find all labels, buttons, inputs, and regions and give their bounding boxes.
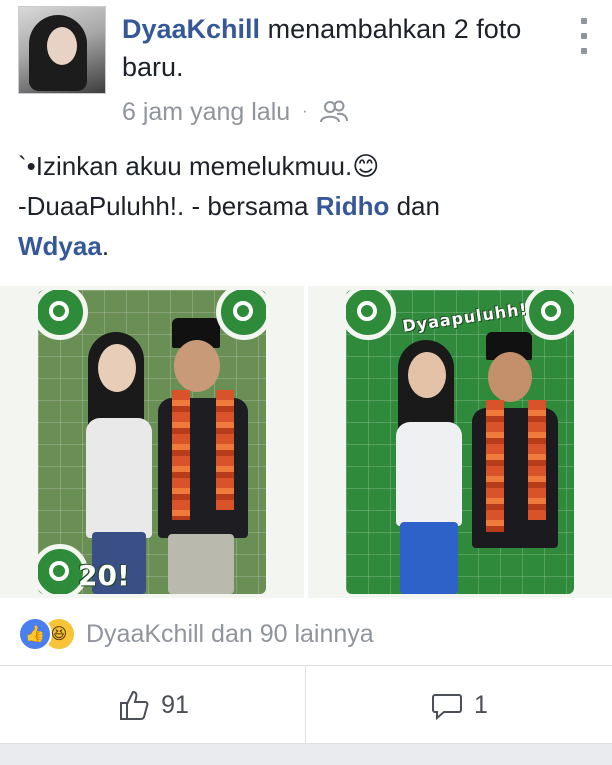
boy-face: [488, 352, 532, 402]
post-meta: 6 jam yang lalu ·: [122, 92, 349, 132]
caption-line-2: -DuaaPuluhh!. - bersama Ridho dan: [18, 186, 598, 226]
author-name-link[interactable]: DyaaKchill: [122, 14, 260, 44]
comment-count: 1: [474, 690, 488, 719]
girl-shirt: [86, 418, 152, 538]
thumbs-up-icon: [120, 690, 149, 720]
post-header: DyaaKchill menambahkan 2 foto baru. 6 ja…: [0, 0, 612, 140]
menu-dot: [581, 33, 587, 39]
post-photo-1[interactable]: 20!: [0, 286, 304, 598]
menu-dot: [581, 48, 587, 54]
reactions-summary[interactable]: 👍 😆 DyaaKchill dan 90 lainnya: [18, 612, 374, 656]
action-separator: [305, 666, 306, 744]
author-avatar[interactable]: [18, 6, 106, 94]
photo-frame: 20!: [38, 290, 266, 594]
comment-button[interactable]: 1: [306, 666, 612, 744]
caption-end: .: [101, 231, 110, 261]
more-vertical-icon[interactable]: [572, 18, 596, 54]
caption-line-1: `•Izinkan akuu memelukmuu.😊: [18, 151, 380, 181]
photo-overlay-text: 20!: [78, 559, 130, 592]
menu-dot: [581, 18, 587, 24]
like-count: 91: [161, 690, 189, 719]
post-caption: `•Izinkan akuu memelukmuu.😊 -DuaaPuluhh!…: [18, 146, 598, 266]
post-timestamp[interactable]: 6 jam yang lalu: [122, 98, 290, 127]
boy-face: [174, 340, 220, 392]
caption-line-3: Wdyaa.: [18, 226, 598, 266]
action-bar: 91 1: [0, 666, 612, 744]
avatar-face: [47, 27, 77, 65]
person-boy: [458, 332, 568, 594]
girl-face: [98, 344, 136, 392]
post-photo-2[interactable]: Dyaapuluhh!: [308, 286, 612, 598]
caption-text: -DuaaPuluhh!. - bersama: [18, 191, 316, 221]
photo-frame: Dyaapuluhh!: [346, 290, 574, 594]
boy-scarf-right: [216, 390, 234, 510]
girl-face: [408, 352, 446, 398]
girl-pants: [400, 522, 458, 594]
post-title: DyaaKchill menambahkan 2 foto baru.: [122, 10, 542, 86]
boy-scarf-left: [486, 400, 504, 532]
tagged-user-ridho[interactable]: Ridho: [316, 191, 390, 221]
feed-gap: [0, 744, 612, 765]
like-reaction-icon: 👍: [18, 617, 52, 651]
person-boy: [146, 318, 256, 594]
reactions-text: DyaaKchill dan 90 lainnya: [86, 619, 374, 648]
girl-shirt: [396, 422, 462, 526]
meta-separator: ·: [302, 103, 308, 120]
comment-icon: [432, 694, 463, 721]
tagged-user-wdyaa[interactable]: Wdyaa: [18, 231, 102, 261]
caption-conj: dan: [389, 191, 440, 221]
friends-icon: [320, 100, 349, 123]
boy-scarf-left: [172, 390, 190, 520]
like-button[interactable]: 91: [0, 666, 306, 744]
photo-grid: 20! Dyaapuluhh!: [0, 286, 612, 598]
boy-scarf-right: [528, 400, 546, 520]
boy-pants: [168, 534, 234, 594]
